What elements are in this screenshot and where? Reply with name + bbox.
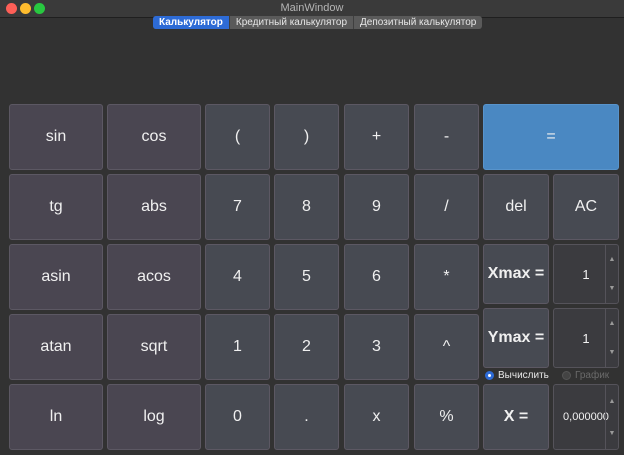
equals-button[interactable]: = xyxy=(483,104,619,170)
acos-button[interactable]: acos xyxy=(107,244,201,310)
digit-6-button[interactable]: 6 xyxy=(344,244,409,310)
ymax-label: Ymax = xyxy=(483,308,549,368)
x-value-spinbox[interactable]: 0,000000 ▲ ▼ xyxy=(553,384,619,450)
plus-button[interactable]: + xyxy=(344,104,409,170)
step-up-icon[interactable]: ▲ xyxy=(606,309,618,338)
digit-9-button[interactable]: 9 xyxy=(344,174,409,240)
variable-x-button[interactable]: x xyxy=(344,384,409,450)
delete-button[interactable]: del xyxy=(483,174,549,240)
radio-selected-icon[interactable] xyxy=(485,371,494,380)
tg-button[interactable]: tg xyxy=(9,174,103,240)
xmax-label: Xmax = xyxy=(483,244,549,304)
step-down-icon[interactable]: ▼ xyxy=(606,338,618,367)
step-up-icon[interactable]: ▲ xyxy=(606,385,618,417)
atan-button[interactable]: atan xyxy=(9,314,103,380)
expression-display[interactable] xyxy=(0,30,624,102)
calculate-radio-label: Вычислить xyxy=(498,370,549,381)
step-up-icon[interactable]: ▲ xyxy=(606,245,618,274)
sin-button[interactable]: sin xyxy=(9,104,103,170)
modulo-button[interactable]: % xyxy=(414,384,479,450)
graph-radio-label: График xyxy=(575,370,610,381)
abs-button[interactable]: abs xyxy=(107,174,201,240)
digit-7-button[interactable]: 7 xyxy=(205,174,270,240)
log-button[interactable]: log xyxy=(107,384,201,450)
cos-button[interactable]: cos xyxy=(107,104,201,170)
ymax-stepper[interactable]: ▲ ▼ xyxy=(605,309,618,367)
power-button[interactable]: ^ xyxy=(414,314,479,380)
digit-5-button[interactable]: 5 xyxy=(274,244,339,310)
digit-8-button[interactable]: 8 xyxy=(274,174,339,240)
xmax-spinbox[interactable]: 1 ▲ ▼ xyxy=(553,244,619,304)
radio-unselected-icon xyxy=(562,371,571,380)
step-down-icon[interactable]: ▼ xyxy=(606,417,618,449)
x-value-label: X = xyxy=(483,384,549,450)
tab-deposit-calculator[interactable]: Депозитный калькулятор xyxy=(354,16,482,29)
digit-0-button[interactable]: 0 xyxy=(205,384,270,450)
ln-button[interactable]: ln xyxy=(9,384,103,450)
digit-3-button[interactable]: 3 xyxy=(344,314,409,380)
clear-all-button[interactable]: AC xyxy=(553,174,619,240)
digit-2-button[interactable]: 2 xyxy=(274,314,339,380)
multiply-button[interactable]: * xyxy=(414,244,479,310)
decimal-point-button[interactable]: . xyxy=(274,384,339,450)
open-paren-button[interactable]: ( xyxy=(205,104,270,170)
graph-radio: График xyxy=(562,370,609,381)
digit-1-button[interactable]: 1 xyxy=(205,314,270,380)
divide-button[interactable]: / xyxy=(414,174,479,240)
step-down-icon[interactable]: ▼ xyxy=(606,274,618,303)
tab-bar: Калькулятор Кредитный калькулятор Депози… xyxy=(153,16,483,29)
ymax-spinbox[interactable]: 1 ▲ ▼ xyxy=(553,308,619,368)
window-title: MainWindow xyxy=(280,2,344,14)
x-value-stepper[interactable]: ▲ ▼ xyxy=(605,385,618,449)
asin-button[interactable]: asin xyxy=(9,244,103,310)
tab-calculator[interactable]: Калькулятор xyxy=(153,16,230,29)
close-paren-button[interactable]: ) xyxy=(274,104,339,170)
xmax-stepper[interactable]: ▲ ▼ xyxy=(605,245,618,303)
tab-credit-calculator[interactable]: Кредитный калькулятор xyxy=(230,16,355,29)
calculate-radio[interactable]: Вычислить xyxy=(485,370,549,381)
digit-4-button[interactable]: 4 xyxy=(205,244,270,310)
minus-button[interactable]: - xyxy=(414,104,479,170)
sqrt-button[interactable]: sqrt xyxy=(107,314,201,380)
